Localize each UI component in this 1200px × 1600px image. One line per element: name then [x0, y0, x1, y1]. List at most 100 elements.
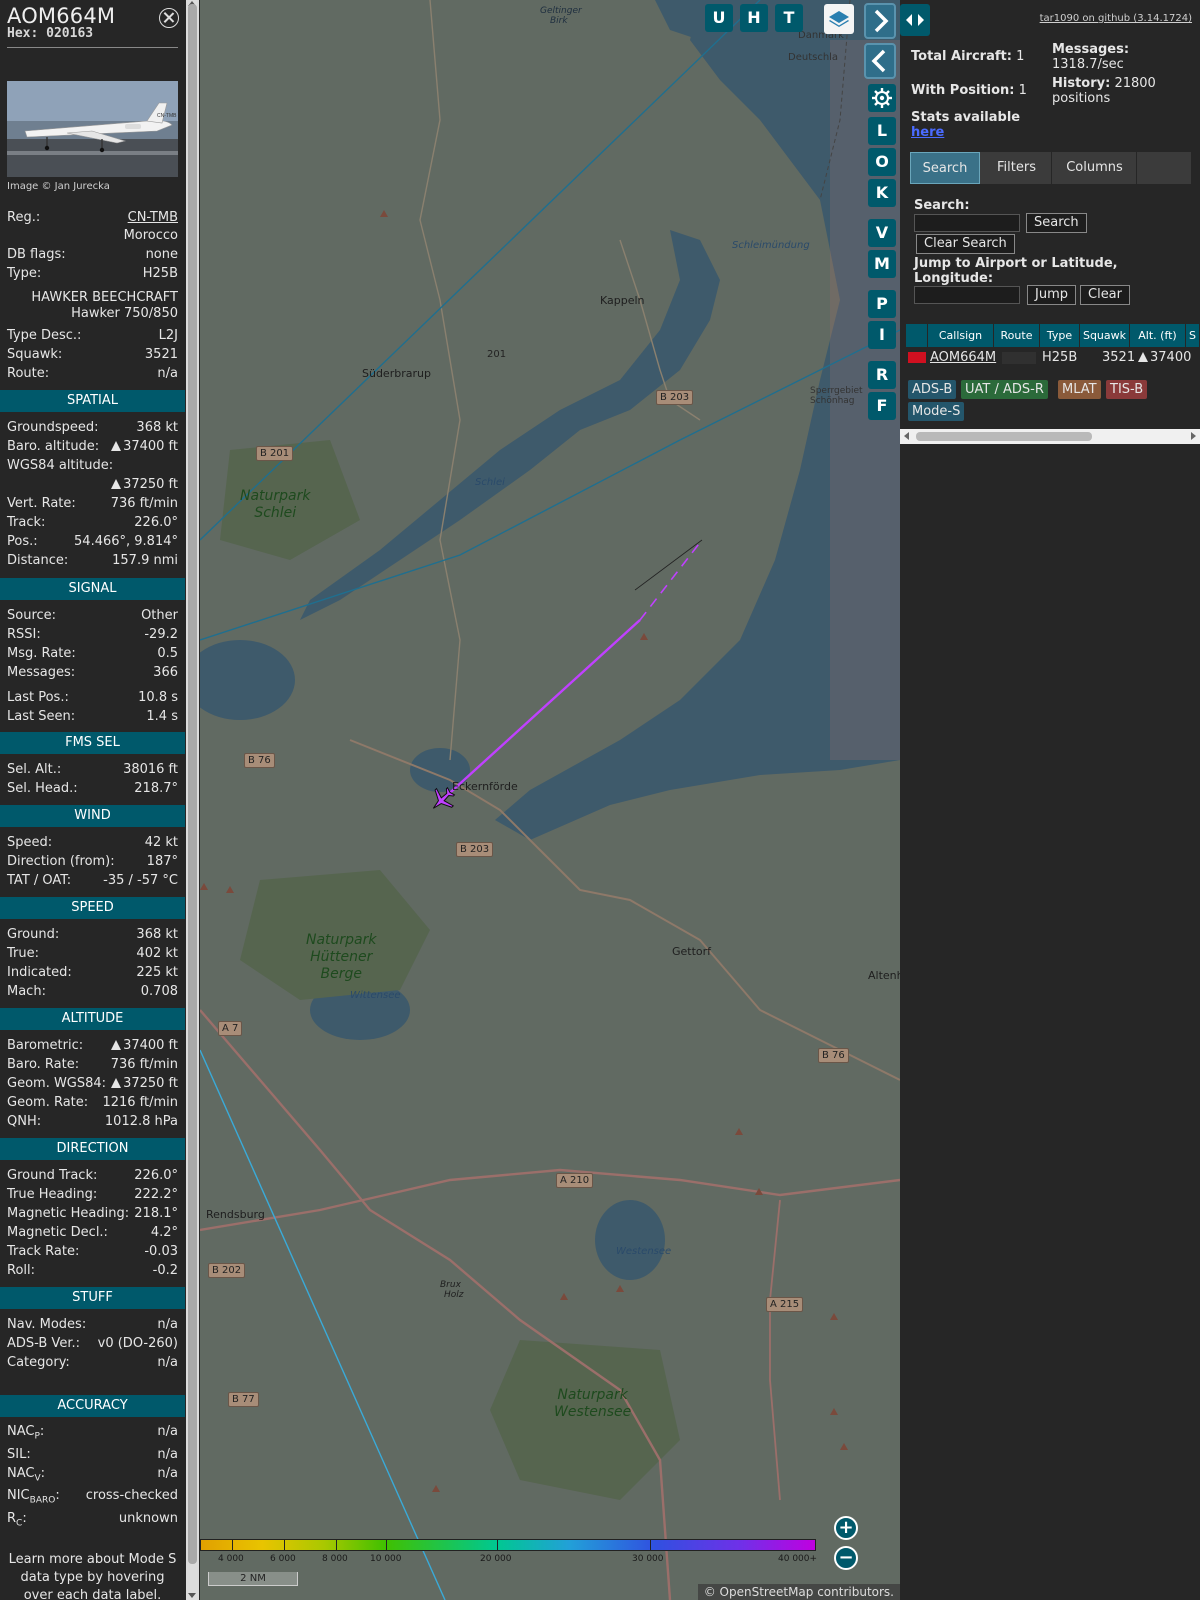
toggle-k-button[interactable]: K	[868, 179, 896, 207]
tab-search[interactable]: Search	[910, 152, 980, 184]
scrollbar-thumb[interactable]	[916, 432, 1092, 441]
row-route-empty	[1002, 352, 1036, 364]
zoom-in-button[interactable]: +	[834, 1516, 858, 1540]
section-fms-sel: FMS SEL	[0, 732, 185, 754]
place-label-sperrgebiet: Sperrgebiet Schönhag	[810, 386, 863, 406]
road-badge-b76: B 76	[244, 753, 275, 768]
map-view[interactable]: Geltinger Birk Danmark Deutschla Schleimü…	[200, 0, 900, 1600]
hex-code: Hex: 020163	[7, 26, 94, 41]
typedesc-row: Type Desc.: L2J	[7, 328, 178, 343]
legend-tick	[336, 1539, 337, 1551]
scroll-left-icon[interactable]	[904, 432, 909, 440]
place-label-deutschland: Deutschla	[788, 52, 839, 63]
category-row: Category: n/a	[7, 1355, 178, 1370]
jump-input[interactable]	[914, 286, 1020, 304]
place-label-kappeln: Kappeln	[600, 294, 645, 307]
water-label-westensee: Westensee	[616, 1246, 672, 1257]
place-label-gettorf: Gettorf	[672, 945, 712, 958]
row-callsign[interactable]: AOM664M	[930, 348, 996, 368]
place-label-suederbrarup: Süderbrarup	[362, 367, 431, 380]
gear-icon	[872, 88, 892, 108]
plus-icon: +	[838, 1517, 854, 1538]
place-label-altenh: Altenh	[868, 969, 900, 982]
section-altitude: ALTITUDE	[0, 1008, 185, 1030]
table-row[interactable]: AOM664M H25B 3521 37400	[906, 348, 1200, 368]
section-spatial: SPATIAL	[0, 390, 185, 412]
search-button[interactable]: Search	[1026, 213, 1087, 233]
jump-button[interactable]: Jump	[1027, 285, 1076, 305]
water-label-schleimuendung: Schleimündung	[732, 240, 810, 251]
section-wind: WIND	[0, 805, 185, 827]
climbing-icon	[111, 1040, 122, 1050]
column-squawk[interactable]: Squawk	[1080, 324, 1130, 347]
column-altitude[interactable]: Alt. (ft)	[1130, 324, 1186, 347]
section-direction: DIRECTION	[0, 1138, 185, 1160]
scroll-right-icon[interactable]	[1191, 432, 1196, 440]
aircraft-photo[interactable]: CN-TMB	[7, 81, 178, 177]
tab-filters[interactable]: Filters	[982, 152, 1052, 184]
search-input[interactable]	[914, 214, 1020, 232]
github-link[interactable]: tar1090 on github (3.14.1724)	[1040, 13, 1192, 24]
toggle-u-button[interactable]: U	[705, 4, 733, 32]
zoom-out-button[interactable]: −	[834, 1546, 858, 1570]
toggle-p-button[interactable]: P	[868, 290, 896, 318]
section-signal: SIGNAL	[0, 578, 185, 600]
column-route[interactable]: Route	[994, 324, 1040, 347]
road-badge-b203-south: B 203	[456, 842, 494, 857]
next-aircraft-button[interactable]	[864, 3, 896, 39]
scrollbar-thumb[interactable]	[188, 4, 197, 1564]
layers-button[interactable]	[824, 4, 854, 34]
wind-speed-row: Speed: 42 kt	[7, 835, 178, 850]
map-attribution[interactable]: © OpenStreetMap contributors.	[697, 1584, 900, 1600]
tar1090-window: AOM664M Hex: 020163 CN-TMB Image © Jan J…	[0, 0, 1200, 1600]
track-rate-row: Track Rate: -0.03	[7, 1244, 178, 1259]
groundspeed-row: Groundspeed: 368 kt	[7, 420, 178, 435]
type-row: Type: H25B	[7, 266, 178, 281]
toggle-sidebar-button[interactable]	[900, 4, 930, 36]
legend-label: 8 000	[322, 1554, 348, 1564]
toggle-f-button[interactable]: F	[868, 392, 896, 420]
toggle-o-button[interactable]: O	[868, 148, 896, 176]
clear-jump-button[interactable]: Clear	[1080, 285, 1130, 305]
clear-search-button[interactable]: Clear Search	[916, 234, 1015, 254]
toggle-i-button[interactable]: I	[868, 321, 896, 349]
settings-button[interactable]	[868, 84, 896, 112]
legend-label: 6 000	[270, 1554, 296, 1564]
legend-label: 4 000	[218, 1554, 244, 1564]
ground-track-row: Ground Track: 226.0°	[7, 1168, 178, 1183]
legend-tick	[650, 1539, 651, 1551]
tab-columns[interactable]: Columns	[1053, 152, 1137, 184]
scroll-down-icon[interactable]	[188, 1593, 196, 1598]
nacv-row: NACV: n/a	[7, 1466, 178, 1484]
qnh-row: QNH: 1012.8 hPa	[7, 1114, 178, 1129]
legend-label: 20 000	[480, 1554, 512, 1564]
country-row: Morocco	[123, 228, 178, 243]
aircraft-info-panel: AOM664M Hex: 020163 CN-TMB Image © Jan J…	[0, 0, 185, 1600]
toggle-v-button[interactable]: V	[868, 219, 896, 247]
toggle-l-button[interactable]: L	[868, 117, 896, 145]
toggle-r-button[interactable]: R	[868, 361, 896, 389]
layers-icon	[829, 11, 849, 27]
road-badge-b76-east: B 76	[818, 1048, 849, 1063]
magnetic-heading-row: Magnetic Heading: 218.1°	[7, 1206, 178, 1221]
previous-aircraft-button[interactable]	[864, 43, 896, 79]
close-icon[interactable]	[159, 8, 179, 28]
info-panel-scrollbar[interactable]	[186, 0, 199, 1600]
climbing-icon	[111, 479, 122, 489]
map-scale-bar: 2 NM	[208, 1572, 298, 1586]
climbing-icon	[111, 1078, 122, 1088]
table-horizontal-scrollbar[interactable]	[900, 429, 1200, 444]
place-label-rendsburg: Rendsburg	[206, 1208, 265, 1221]
column-color[interactable]	[906, 324, 928, 347]
column-type[interactable]: Type	[1040, 324, 1080, 347]
with-position-stat: With Position: 1	[911, 83, 1027, 98]
registration-link[interactable]: CN-TMB	[128, 209, 178, 227]
toggle-m-button[interactable]: M	[868, 250, 896, 278]
toggle-t-button[interactable]: T	[775, 4, 803, 32]
column-callsign[interactable]: Callsign	[928, 324, 994, 347]
squawk-row: Squawk: 3521	[7, 347, 178, 362]
column-speed[interactable]: S	[1186, 324, 1200, 347]
stats-link[interactable]: here	[911, 125, 944, 140]
row-color-swatch	[908, 352, 926, 363]
toggle-h-button[interactable]: H	[740, 4, 768, 32]
